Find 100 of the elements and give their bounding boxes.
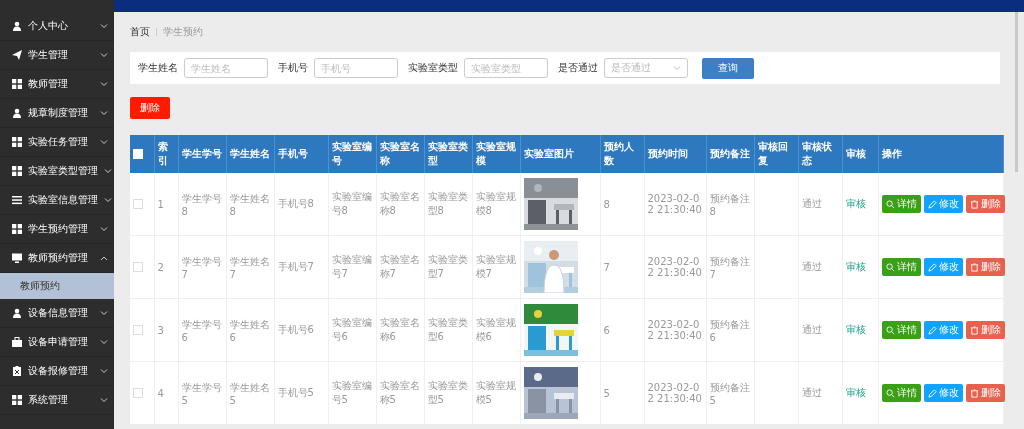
- column-header: 预约备注: [706, 135, 754, 173]
- select-all-checkbox[interactable]: [133, 149, 143, 159]
- table-cell: 实验室名称8: [376, 173, 424, 236]
- sidebar-subitem[interactable]: 教师预约: [0, 273, 114, 299]
- breadcrumb-item: 学生预约: [163, 25, 203, 39]
- column-header: 审核回复: [754, 135, 798, 173]
- table-cell: 手机号6: [274, 298, 328, 362]
- review-link[interactable]: 审核: [845, 261, 866, 272]
- table-cell: 实验室规模6: [472, 298, 520, 362]
- table-cell: 4: [154, 361, 178, 425]
- edit-button[interactable]: 修改: [923, 321, 963, 339]
- person-icon: [12, 21, 22, 31]
- table-cell: 实验室类型7: [424, 235, 472, 299]
- edit-button[interactable]: 修改: [923, 384, 963, 402]
- table-cell: 学生学号5: [178, 361, 226, 425]
- table-cell: 3: [154, 298, 178, 362]
- table-cell: 实验室名称6: [376, 298, 424, 362]
- column-header: 实验室图片: [520, 135, 600, 173]
- input-field[interactable]: 手机号: [314, 58, 398, 78]
- pencil-icon: [927, 325, 937, 335]
- table-cell: 实验室名称5: [376, 361, 424, 425]
- table-cell: 2023-02-02 21:30:40: [644, 173, 706, 236]
- search-icon: [885, 325, 895, 335]
- table-cell: 学生姓名5: [226, 361, 274, 425]
- details-button[interactable]: 详情: [881, 195, 921, 213]
- column-header: 操作: [878, 135, 1003, 173]
- table-cell: 通过: [798, 173, 842, 236]
- table-cell: 学生学号6: [178, 298, 226, 362]
- row-checkbox[interactable]: [133, 262, 143, 272]
- search-button[interactable]: 查询: [702, 57, 754, 79]
- review-link[interactable]: 审核: [845, 324, 866, 335]
- table-cell: 2023-02-02 21:30:40: [644, 235, 706, 299]
- details-button[interactable]: 详情: [881, 258, 921, 276]
- column-header: 学生学号: [178, 135, 226, 173]
- pencil-icon: [927, 388, 937, 398]
- table-cell: 实验室名称7: [376, 235, 424, 299]
- delete-button[interactable]: 删除: [965, 384, 1005, 402]
- column-header: 预约时间: [644, 135, 706, 173]
- table-cell: 实验室规模7: [472, 235, 520, 299]
- details-button[interactable]: 详情: [881, 321, 921, 339]
- breadcrumb-item[interactable]: 首页: [130, 25, 150, 39]
- delete-button[interactable]: 删除: [130, 97, 170, 119]
- column-header: 审核状态: [798, 135, 842, 173]
- table-cell: 2023-02-02 21:30:40: [644, 361, 706, 425]
- table-cell: 实验室规模5: [472, 361, 520, 425]
- row-checkbox[interactable]: [133, 199, 143, 209]
- list-icon: [12, 195, 22, 205]
- table-cell: 实验室编号7: [328, 235, 376, 299]
- field-label: 手机号: [278, 61, 308, 75]
- table-cell: 通过: [798, 361, 842, 425]
- delete-button[interactable]: 删除: [965, 195, 1005, 213]
- table-cell: 实验室编号8: [328, 173, 376, 236]
- field-label: 实验室类型: [408, 61, 458, 75]
- pencil-icon: [927, 262, 937, 272]
- scrollbar[interactable]: [1015, 12, 1018, 172]
- pencil-icon: [927, 199, 937, 209]
- table-cell: 学生学号7: [178, 235, 226, 299]
- field-label: 学生姓名: [138, 61, 178, 75]
- chevron-down-icon: [673, 65, 681, 71]
- row-checkbox[interactable]: [133, 388, 143, 398]
- column-header: 实验室名称: [376, 135, 424, 173]
- table-cell: 6: [600, 298, 644, 362]
- grid-icon: [12, 137, 22, 147]
- grid-icon: [12, 79, 22, 89]
- delete-button[interactable]: 删除: [965, 258, 1005, 276]
- table-cell: 8: [600, 173, 644, 236]
- details-button[interactable]: 详情: [881, 384, 921, 402]
- delete-button[interactable]: 删除: [965, 321, 1005, 339]
- person-icon: [12, 308, 22, 318]
- table-cell: 预约备注6: [706, 298, 754, 362]
- table-cell: 预约备注5: [706, 361, 754, 425]
- column-header: 预约人数: [600, 135, 644, 173]
- clipboard-icon: [12, 366, 22, 376]
- search-icon: [885, 388, 895, 398]
- column-header: 手机号: [274, 135, 328, 173]
- edit-button[interactable]: 修改: [923, 195, 963, 213]
- edit-button[interactable]: 修改: [923, 258, 963, 276]
- table-cell: 手机号8: [274, 173, 328, 236]
- table-cell: 实验室编号6: [328, 298, 376, 362]
- table-cell: 7: [600, 235, 644, 299]
- trash-icon: [969, 388, 979, 398]
- grid-icon: [12, 224, 22, 234]
- column-header: 索引: [154, 135, 178, 173]
- table-cell: 手机号5: [274, 361, 328, 425]
- table-cell: 1: [154, 173, 178, 236]
- field-label: 是否通过: [558, 61, 598, 75]
- briefcase-icon: [12, 337, 22, 347]
- search-icon: [885, 262, 895, 272]
- table-cell: 实验室类型6: [424, 298, 472, 362]
- table-cell: 5: [600, 361, 644, 425]
- paper-plane-icon: [12, 50, 22, 60]
- table-cell: 学生学号8: [178, 173, 226, 236]
- review-link[interactable]: 审核: [845, 387, 866, 398]
- trash-icon: [969, 262, 979, 272]
- table-cell: 2: [154, 235, 178, 299]
- row-checkbox[interactable]: [133, 325, 143, 335]
- table-cell: 学生姓名7: [226, 235, 274, 299]
- review-link[interactable]: 审核: [845, 198, 866, 209]
- table-cell: 通过: [798, 235, 842, 299]
- input-field[interactable]: 学生姓名: [184, 58, 268, 78]
